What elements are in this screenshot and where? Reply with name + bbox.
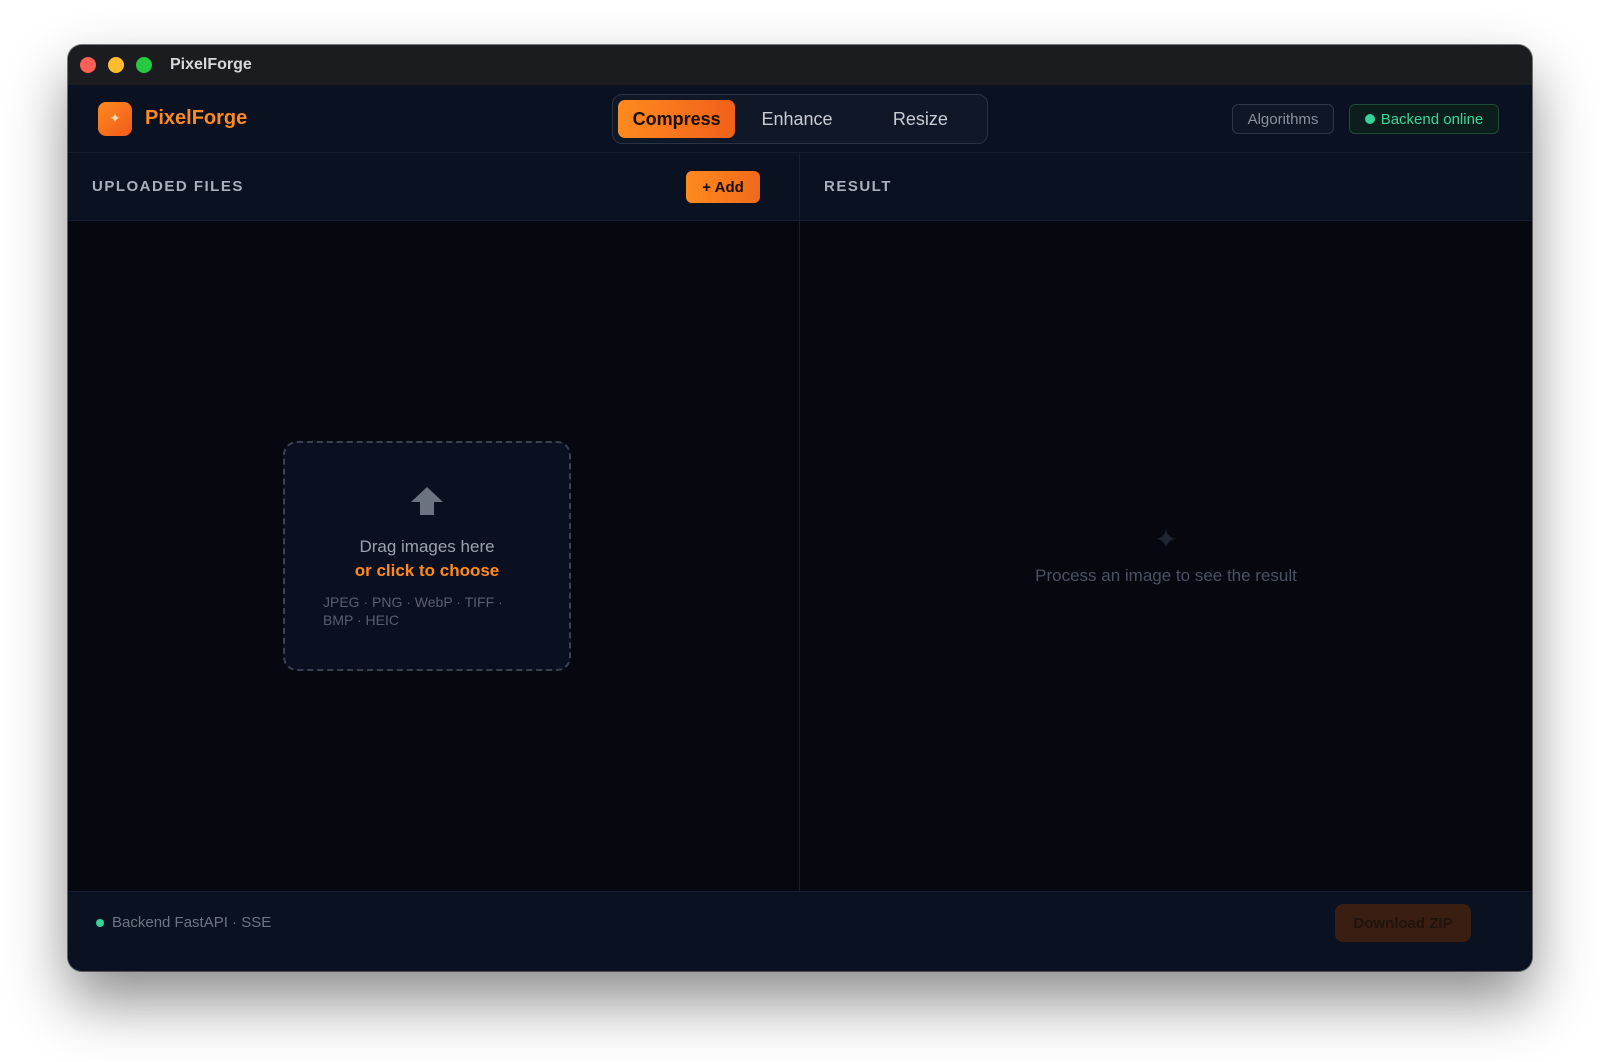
close-window-button[interactable] [80,57,96,73]
main-panels: UPLOADED FILES + Add Drag images here or… [68,153,1532,891]
uploaded-files-panel: UPLOADED FILES + Add Drag images here or… [68,153,800,891]
download-zip-button[interactable]: Download ZIP [1335,904,1471,942]
uploaded-files-body: Drag images here or click to choose JPEG… [68,221,799,891]
result-empty-text: Process an image to see the result [1035,566,1297,585]
sparkle-icon: ✦ [1154,524,1178,555]
choose-file-link[interactable]: or click to choose [285,561,569,581]
dropzone-title: Drag images here [359,537,495,556]
window-controls [80,57,152,73]
backend-status-badge: Backend online [1349,104,1499,134]
status-dot-icon [96,918,104,927]
footer-status: Backend FastAPI · SSE [96,914,271,931]
logo-text: PixelForge [145,107,248,129]
dropzone[interactable]: Drag images here or click to choose JPEG… [283,441,571,671]
algorithms-button[interactable]: Algorithms [1232,104,1334,134]
footer-bar: Backend FastAPI · SSE Download ZIP [68,891,1532,971]
tab-enhance[interactable]: Enhance [735,100,858,138]
tab-compress[interactable]: Compress [618,100,736,138]
backend-status-label: Backend online [1380,110,1484,128]
uploaded-files-header: UPLOADED FILES + Add [68,153,799,221]
app-window: PixelForge ✦ PixelForge Compress Enhance… [68,45,1532,971]
tab-resize[interactable]: Resize [859,100,982,138]
window-title: PixelForge [170,56,252,73]
app-header: ✦ PixelForge Compress Enhance Resize Alg… [68,85,1532,153]
result-header: RESULT [800,153,1532,221]
result-body: ✦ Process an image to see the result [800,221,1532,891]
mode-tabs: Compress Enhance Resize [612,94,988,144]
panel-title: RESULT [824,178,892,195]
sparkle-icon: ✦ [98,101,132,136]
panel-title: UPLOADED FILES [92,178,244,195]
maximize-window-button[interactable] [136,57,152,73]
supported-formats: JPEG · PNG · WebP · TIFF · BMP · HEIC [323,594,503,628]
minimize-window-button[interactable] [108,57,124,73]
result-panel: RESULT ✦ Process an image to see the res… [800,153,1532,891]
app-logo: ✦ PixelForge [98,101,248,136]
upload-arrow-icon [411,487,443,515]
result-empty-state: ✦ Process an image to see the result [800,526,1532,586]
add-files-button[interactable]: + Add [686,171,760,203]
status-dot-icon [1364,114,1375,124]
title-bar: PixelForge [68,45,1532,85]
footer-status-text: Backend FastAPI · SSE [112,914,272,931]
